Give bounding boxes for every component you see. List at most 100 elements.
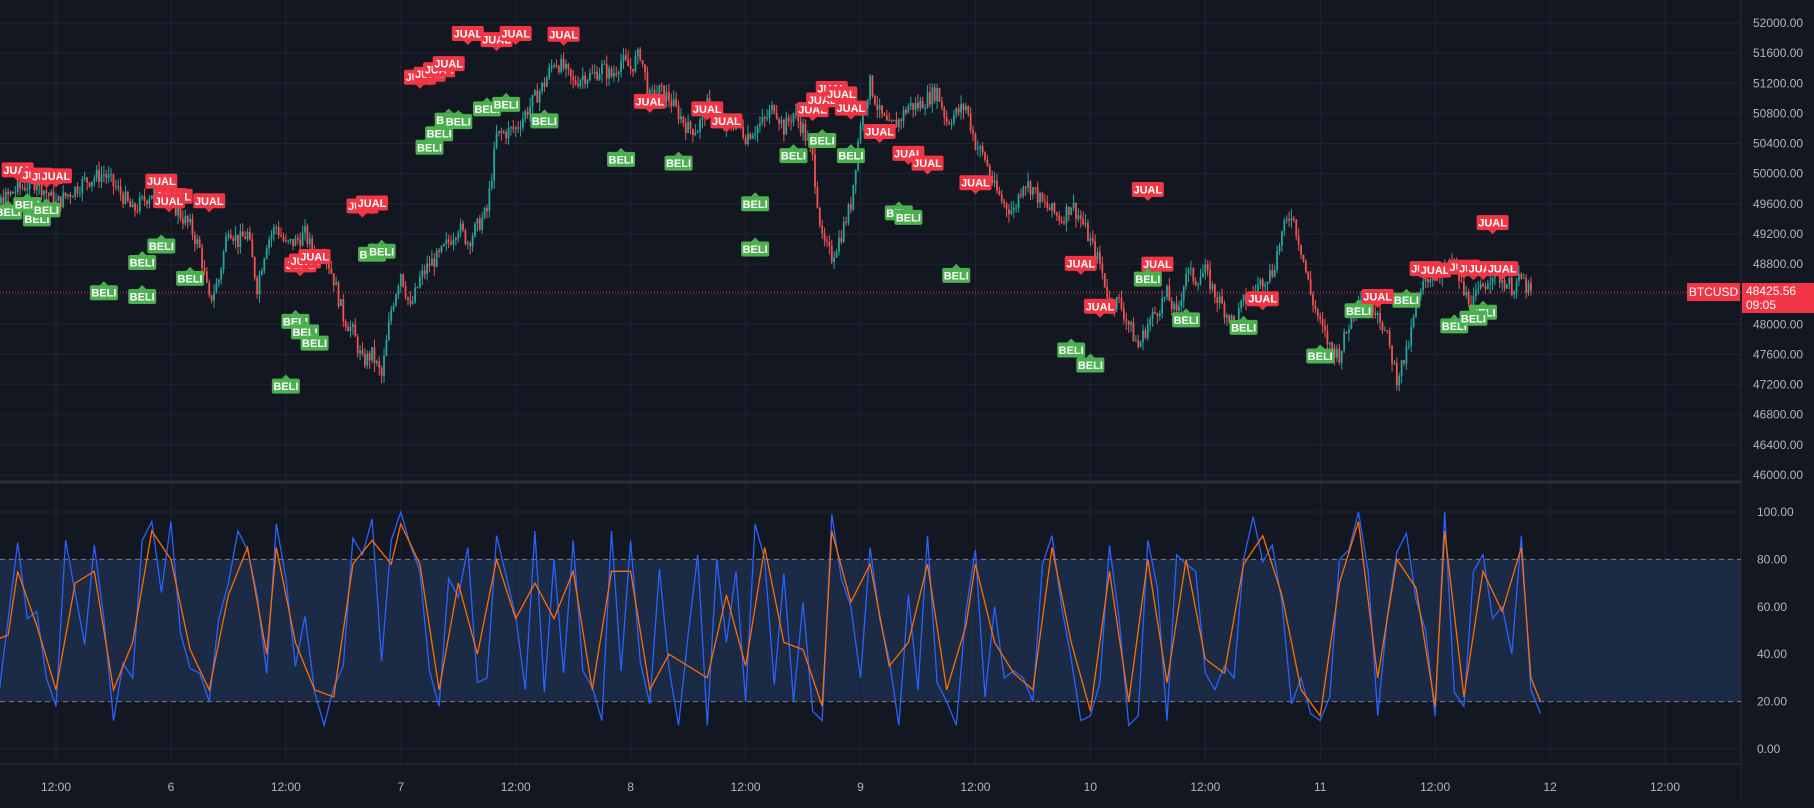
candle-body: [93, 178, 96, 182]
candle-body: [893, 120, 895, 122]
candle-body: [7, 191, 10, 195]
candle-body: [102, 174, 105, 176]
candle-body: [1324, 325, 1326, 331]
candle-body: [1374, 312, 1377, 316]
candle-body: [550, 65, 553, 68]
time-tick-label: 12:00: [960, 780, 990, 794]
candle-body: [1103, 273, 1106, 287]
candle-body: [64, 192, 67, 197]
candle-body: [454, 238, 457, 241]
candle-body: [9, 191, 12, 195]
candle-body: [349, 327, 352, 332]
candle-body: [74, 186, 77, 197]
candle-body: [340, 299, 342, 306]
candle-body: [1398, 376, 1401, 386]
candle-body: [1027, 181, 1030, 188]
price-tick-label: 52000.00: [1753, 16, 1803, 30]
candle-body: [1134, 340, 1137, 342]
candle-body: [529, 106, 531, 116]
price-tick-label: 51200.00: [1753, 76, 1803, 90]
candle-body: [1307, 271, 1310, 280]
candle-body: [1292, 218, 1295, 220]
candle-body: [876, 104, 879, 110]
candle-body: [1156, 313, 1159, 317]
candle-body: [943, 107, 946, 118]
candle-body: [1348, 329, 1350, 333]
candle-body: [407, 297, 409, 300]
candle-body: [1063, 222, 1065, 224]
candle-body: [902, 109, 905, 121]
candle-body: [1391, 345, 1393, 364]
candle-body: [483, 208, 486, 218]
candle-body: [998, 191, 1001, 195]
candle-body: [1403, 360, 1405, 364]
time-tick-label: 12:00: [501, 780, 531, 794]
candle-body: [81, 179, 84, 194]
signal-label-text: BELI: [130, 258, 155, 270]
candle-body: [785, 117, 788, 135]
time-tick-label: 12:00: [271, 780, 301, 794]
signal-label-text: JUAL: [1248, 294, 1277, 306]
candle-body: [790, 121, 792, 123]
candle-body: [404, 286, 407, 298]
candle-body: [474, 223, 476, 237]
signal-label-text: JUAL: [453, 29, 482, 41]
candle-body: [1187, 268, 1190, 274]
candle-body: [1190, 268, 1192, 270]
candle-body: [933, 87, 936, 101]
candle-body: [469, 243, 472, 246]
price-tick-label: 47600.00: [1753, 347, 1803, 361]
candle-body: [665, 91, 668, 102]
price-axis[interactable]: [1742, 0, 1814, 803]
candle-body: [177, 208, 180, 216]
candle-body: [112, 174, 115, 186]
candle-body: [1340, 350, 1343, 363]
candle-body: [1474, 290, 1477, 297]
candle-body: [442, 244, 445, 246]
candle-body: [431, 258, 433, 266]
candle-body: [1393, 362, 1396, 364]
candle-body: [912, 103, 915, 110]
candle-body: [936, 88, 939, 101]
candle-body: [299, 239, 302, 246]
chart-svg[interactable]: JUALJUALJUALJUALBELIBELIBELIBELIJUALJUAL…: [0, 0, 1814, 803]
candle-body: [1501, 280, 1504, 283]
candle-body: [344, 321, 347, 327]
candle-body: [375, 361, 378, 364]
candle-body: [205, 271, 208, 283]
chart-canvas[interactable]: JUALJUALJUALJUALBELIBELIBELIBELIJUALJUAL…: [0, 0, 1814, 803]
candle-body: [306, 226, 309, 245]
candle-body: [275, 226, 278, 228]
candle-body: [397, 286, 400, 295]
candle-body: [428, 263, 431, 266]
time-axis[interactable]: [0, 765, 1741, 803]
candle-body: [1388, 331, 1391, 346]
candle-body: [814, 154, 816, 188]
candle-body: [459, 223, 462, 233]
candle-body: [282, 236, 285, 241]
candle-body: [411, 301, 414, 304]
time-tick-label: 11: [1314, 780, 1327, 794]
candle-body: [292, 239, 294, 246]
candle-body: [1336, 348, 1338, 359]
candle-body: [1281, 231, 1283, 246]
candle-body: [593, 71, 596, 74]
candle-body: [1046, 202, 1049, 208]
candle-body: [840, 237, 843, 242]
candle-body: [644, 64, 646, 73]
signal-label-text: JUAL: [712, 116, 741, 128]
candle-body: [1010, 210, 1013, 214]
candle-body: [873, 96, 876, 105]
candle-body: [1173, 303, 1176, 310]
candle-body: [850, 204, 852, 210]
candle-body: [749, 133, 752, 139]
candle-body: [1087, 222, 1089, 241]
candle-body: [447, 239, 450, 242]
candle-body: [387, 321, 390, 341]
candle-body: [974, 133, 977, 150]
candle-body: [390, 309, 393, 322]
candle-body: [1410, 326, 1413, 346]
price-tick-label: 48800.00: [1753, 257, 1803, 271]
candle-body: [1508, 277, 1511, 285]
candle-body: [57, 196, 60, 202]
